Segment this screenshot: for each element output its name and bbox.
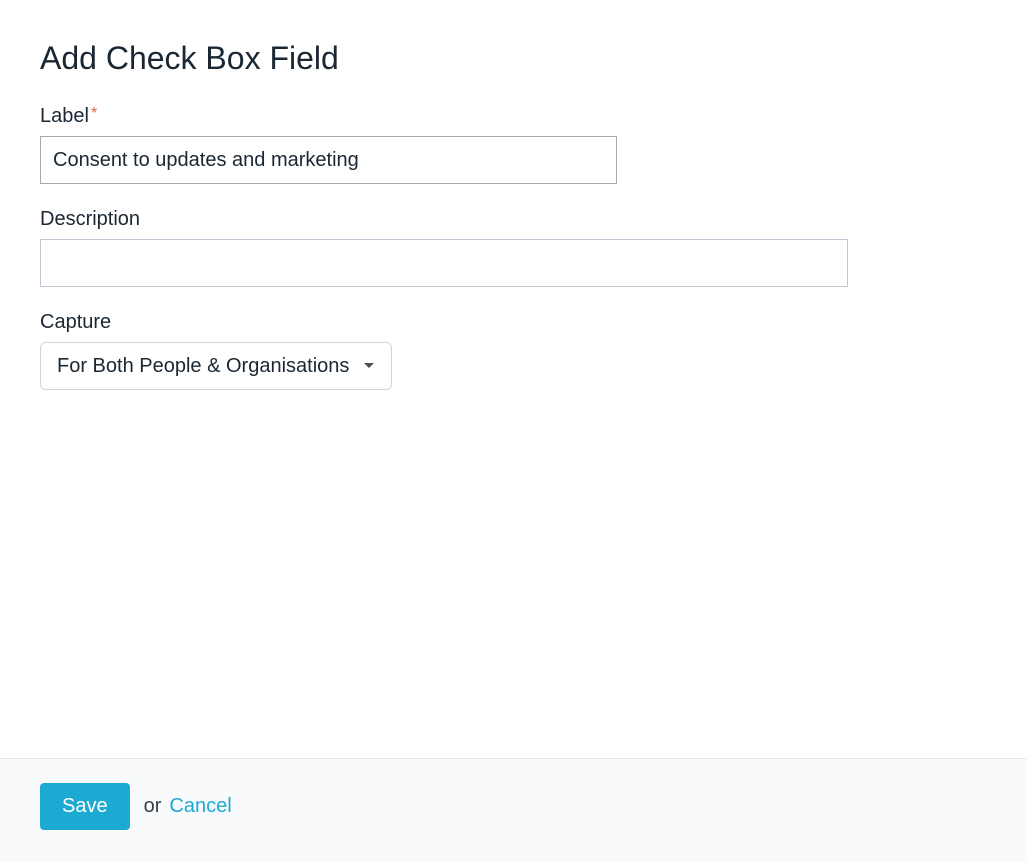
- description-field-group: Description: [40, 208, 987, 287]
- chevron-down-icon: [363, 362, 375, 370]
- capture-field-label: Capture: [40, 311, 987, 334]
- capture-select-value: For Both People & Organisations: [57, 355, 349, 378]
- or-text: or: [144, 795, 162, 818]
- page-title: Add Check Box Field: [40, 40, 987, 77]
- capture-field-group: Capture For Both People & Organisations: [40, 311, 987, 390]
- form-content: Add Check Box Field Label* Description C…: [0, 0, 1027, 758]
- description-input[interactable]: [40, 239, 848, 287]
- label-field-label-text: Label: [40, 105, 89, 127]
- capture-select[interactable]: For Both People & Organisations: [40, 342, 392, 390]
- cancel-link[interactable]: Cancel: [169, 795, 231, 818]
- label-input[interactable]: [40, 136, 617, 184]
- required-asterisk: *: [91, 105, 97, 122]
- label-field-group: Label*: [40, 105, 987, 184]
- form-footer: Save or Cancel: [0, 758, 1027, 862]
- capture-select-wrap: For Both People & Organisations: [40, 342, 392, 390]
- label-field-label: Label*: [40, 105, 987, 128]
- description-field-label: Description: [40, 208, 987, 231]
- save-button[interactable]: Save: [40, 783, 130, 830]
